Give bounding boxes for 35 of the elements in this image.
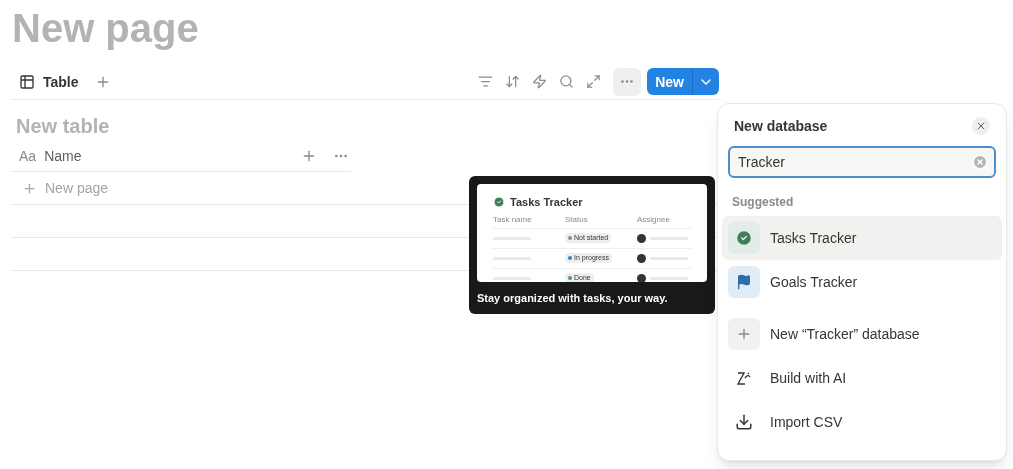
search-field[interactable]: Tracker — [728, 146, 996, 178]
menu-item[interactable]: New “Tracker” database — [722, 312, 1002, 356]
preview-column: Assignee — [637, 213, 691, 226]
sort-icon[interactable] — [505, 74, 521, 89]
menu-item[interactable]: Import CSV — [722, 400, 1002, 444]
table-title: New table — [15, 114, 111, 139]
menu-item[interactable]: Tasks Tracker — [722, 216, 1002, 260]
menu-item[interactable]: Goals Tracker — [722, 260, 1002, 304]
page-title: New page — [12, 5, 200, 52]
table-icon — [19, 73, 35, 90]
preview-column: Status — [565, 213, 637, 226]
filter-icon[interactable] — [478, 74, 494, 89]
plus-icon — [22, 180, 37, 196]
column-header[interactable]: Name — [44, 145, 301, 166]
plus-icon — [736, 326, 752, 342]
download-icon — [735, 413, 753, 431]
check-icon — [735, 229, 753, 247]
flag-icon — [736, 274, 752, 290]
preview-title: Tasks Tracker — [510, 195, 583, 210]
close-icon — [975, 120, 987, 132]
text-type-label: Aa — [19, 146, 37, 166]
more-icon — [621, 80, 634, 83]
avatar — [637, 273, 646, 282]
menu-title: New database — [734, 117, 828, 136]
expand-icon[interactable] — [586, 74, 602, 89]
preview-caption: Stay organized with tasks, your way. — [477, 290, 669, 306]
view-tab[interactable]: Table — [11, 66, 87, 97]
search-icon[interactable] — [559, 74, 575, 89]
preview-column: Task name — [493, 213, 565, 226]
menu-item[interactable]: Build with AI — [722, 356, 1002, 400]
close-button[interactable] — [972, 117, 990, 135]
lightning-icon[interactable] — [532, 74, 548, 89]
check-icon — [493, 196, 505, 209]
new-button[interactable]: New — [647, 68, 692, 95]
section-label: Suggested — [731, 194, 795, 210]
